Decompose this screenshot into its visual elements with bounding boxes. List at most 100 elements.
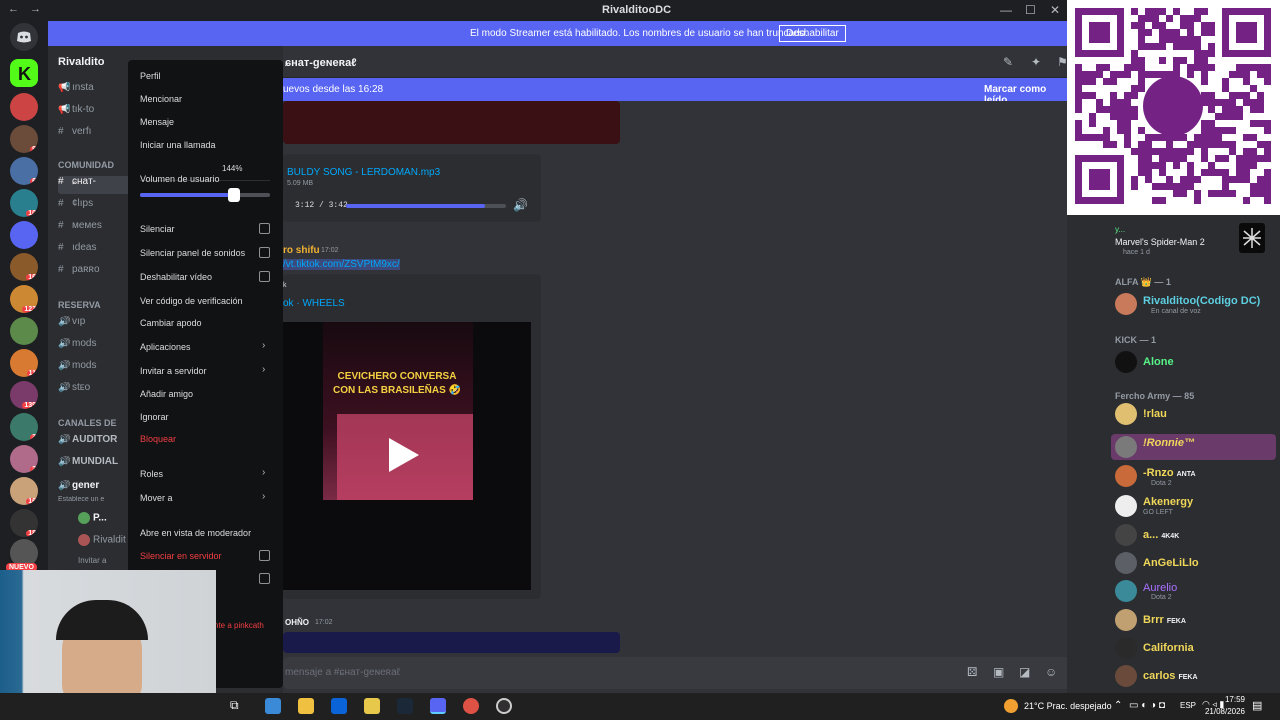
maximize-icon[interactable]: ☐ [1025, 3, 1039, 17]
message-link[interactable]: /vt.tiktok.com/ZSVPtM9xc/ [283, 259, 400, 270]
threads-icon[interactable]: ✎ [1003, 55, 1013, 69]
message-author[interactable]: OHÑO [285, 618, 309, 627]
member-name[interactable]: -Rnzo ANTA [1143, 467, 1196, 479]
nav-arrows[interactable]: ← → [8, 3, 45, 15]
mute-soundboard-checkbox[interactable] [259, 247, 270, 258]
copilot-icon[interactable] [265, 698, 281, 714]
menu-item-disable-video[interactable]: Deshabilitar vídeo [140, 272, 212, 282]
member-name[interactable]: !rlau [1143, 408, 1167, 420]
menu-item-mod-view[interactable]: Abre en vista de moderador [140, 528, 251, 538]
tray-chevron-icon[interactable]: ⌃ [1114, 700, 1122, 711]
member-name[interactable]: AnGeLiLlo [1143, 557, 1199, 569]
avatar[interactable] [1115, 403, 1137, 425]
steam-icon[interactable] [397, 698, 413, 714]
task-view-icon[interactable]: ⧉ [230, 698, 246, 714]
server-icon[interactable]: 11 [10, 349, 38, 377]
menu-item-change-nickname[interactable]: Cambiar apodo [140, 318, 202, 328]
member-name[interactable]: Rivalditoo(Codigo DC) [1143, 295, 1260, 307]
menu-item-call[interactable]: Iniciar una llamada [140, 140, 216, 150]
voice-channel-item[interactable]: 🔊 mods [58, 360, 138, 378]
server-icon[interactable]: 2 [10, 445, 38, 473]
discord-home-icon[interactable] [10, 23, 38, 51]
notification-icon[interactable]: ▤ [1252, 699, 1262, 712]
discord-taskbar-icon[interactable] [430, 698, 446, 714]
activity-user[interactable]: y... [1115, 225, 1125, 234]
disable-streamer-button[interactable]: Deshabilitar [779, 25, 846, 42]
avatar[interactable] [1115, 637, 1137, 659]
notification-bell-icon[interactable]: ✦ [1031, 55, 1041, 69]
server-mute-checkbox[interactable] [259, 550, 270, 561]
voice-channel-item[interactable]: 🔊 vıp [58, 316, 138, 334]
minimize-icon[interactable]: — [1000, 3, 1014, 17]
menu-item-ignore[interactable]: Ignorar [140, 412, 169, 422]
server-icon[interactable]: 139 [10, 381, 38, 409]
weather-text[interactable]: 21°C Prac. despejado [1024, 701, 1112, 711]
avatar[interactable] [1115, 609, 1137, 631]
menu-item-message[interactable]: Mensaje [140, 117, 174, 127]
channel-item[interactable]: # ¢lıps [58, 198, 138, 216]
server-icon[interactable]: 18 [10, 509, 38, 537]
channel-item[interactable]: 📢 ınsta [58, 82, 138, 100]
clock-time[interactable]: 17:59 [1205, 695, 1245, 704]
sticker-icon[interactable]: ◪ [1019, 665, 1030, 679]
gif-icon[interactable]: ▣ [993, 665, 1004, 679]
voice-channel-item[interactable]: 🔊 AUDITOR [58, 434, 138, 452]
embed-title[interactable]: ok · WHEELS [283, 298, 345, 309]
server-icon[interactable]: 10 [10, 189, 38, 217]
avatar[interactable] [1115, 524, 1137, 546]
voice-channel-item[interactable]: 🔊 stᴇᴏ [58, 382, 138, 400]
menu-item-server-mute[interactable]: Silenciar en servidor [140, 551, 222, 561]
close-icon[interactable]: ✕ [1050, 3, 1064, 17]
mute-checkbox[interactable] [259, 223, 270, 234]
channel-item[interactable]: # ɕнaт- [58, 176, 138, 194]
menu-item-block[interactable]: Bloquear [140, 434, 176, 444]
emoji-icon[interactable]: ☺ [1045, 665, 1057, 679]
server-icon[interactable] [10, 93, 38, 121]
language-indicator[interactable]: ESP [1180, 701, 1196, 710]
audio-progress-track[interactable] [346, 204, 506, 208]
gift-icon[interactable]: ⚄ [967, 665, 977, 679]
server-icon[interactable]: 123 [10, 285, 38, 313]
server-icon[interactable]: 3 [10, 413, 38, 441]
disable-video-checkbox[interactable] [259, 271, 270, 282]
volume-slider-handle[interactable] [227, 188, 240, 202]
server-icon[interactable]: 16 [10, 253, 38, 281]
member-name[interactable]: Aurelio [1143, 582, 1177, 594]
category-canales[interactable]: CANALES DE [58, 418, 117, 428]
server-icon[interactable]: 6 [10, 157, 38, 185]
audio-filename[interactable]: BULDY SONG - LERDOMAN.mp3 [287, 167, 440, 178]
voice-channel-item[interactable]: 🔊 mods [58, 338, 138, 356]
menu-item-mention[interactable]: Mencionar [140, 94, 182, 104]
menu-item-apps[interactable]: Aplicaciones [140, 342, 191, 352]
category-reserva[interactable]: RESERVA [58, 300, 101, 310]
member-name[interactable]: a... 4K4K [1143, 529, 1179, 541]
avatar[interactable] [1115, 351, 1137, 373]
member-name[interactable]: Brrr FEKA [1143, 614, 1186, 626]
channel-item[interactable]: # paʀʀo [58, 264, 138, 282]
avatar[interactable] [1115, 293, 1137, 315]
new-messages-bar[interactable]: uevos desde las 16:28 Marcar como leído [283, 78, 1067, 106]
tray-icons[interactable]: ▭ ◐ ◑ ◘ [1129, 700, 1165, 711]
menu-item-roles[interactable]: Roles [140, 469, 163, 479]
menu-item-mute-soundboard[interactable]: Silenciar panel de sonidos [140, 248, 245, 258]
server-icon[interactable] [10, 317, 38, 345]
avatar[interactable] [1115, 552, 1137, 574]
clock-date[interactable]: 21/08/2026 [1200, 707, 1245, 716]
member-name[interactable]: Alone [1143, 356, 1174, 368]
volume-icon[interactable]: 🔊 [513, 198, 528, 212]
obs-icon[interactable] [496, 698, 512, 714]
app-icon[interactable] [364, 698, 380, 714]
message-author[interactable]: ro shifu [283, 245, 320, 256]
server-deafen-checkbox[interactable] [259, 573, 270, 584]
avatar[interactable] [1115, 580, 1137, 602]
file-explorer-icon[interactable] [298, 698, 314, 714]
menu-item-profile[interactable]: Perfil [140, 71, 161, 81]
channel-item[interactable]: 📢 tık-to [58, 104, 138, 122]
channel-item[interactable]: # ıdeas [58, 242, 138, 260]
menu-item-move-to[interactable]: Mover a [140, 493, 173, 503]
volume-slider[interactable] [140, 188, 270, 202]
avatar[interactable] [1115, 495, 1137, 517]
kick-server-icon[interactable]: K [10, 59, 38, 87]
weather-icon[interactable] [1004, 699, 1018, 713]
avatar[interactable] [1115, 436, 1137, 458]
